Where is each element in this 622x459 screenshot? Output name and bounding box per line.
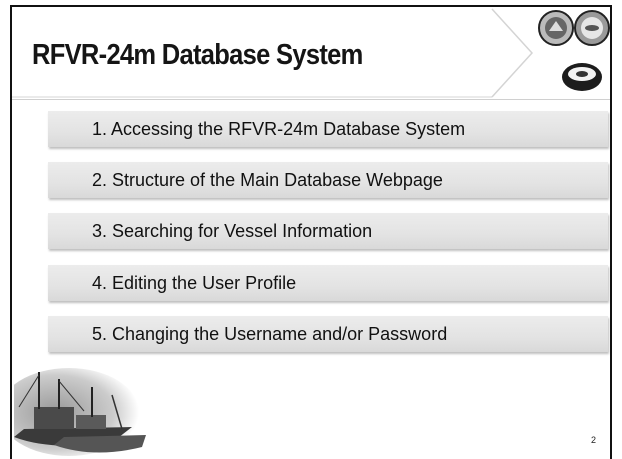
topic-label: 4. Editing the User Profile	[92, 273, 297, 293]
fishing-boats-illustration-icon	[14, 368, 146, 456]
page-number: 2	[590, 435, 596, 445]
topic-label: 2. Structure of the Main Database Webpag…	[92, 170, 443, 190]
slide-header: RFVR-24m Database System	[12, 7, 610, 100]
jtf-logo-icon	[562, 63, 602, 91]
topic-item-structure[interactable]: 2. Structure of the Main Database Webpag…	[48, 162, 608, 198]
slide-title: RFVR-24m Database System	[32, 39, 363, 71]
topic-item-searching[interactable]: 3. Searching for Vessel Information	[48, 213, 608, 249]
slide: RFVR-24m Database System 1. Accessing th…	[10, 5, 612, 459]
topic-label: 5. Changing the Username and/or Password	[92, 324, 448, 344]
topic-item-accessing[interactable]: 1. Accessing the RFVR-24m Database Syste…	[48, 111, 608, 147]
topic-item-editing-profile[interactable]: 4. Editing the User Profile	[48, 265, 608, 301]
seafdec-emblem-icon	[574, 10, 610, 46]
asean-emblem-icon	[538, 10, 574, 46]
topic-item-changing-credentials[interactable]: 5. Changing the Username and/or Password	[48, 316, 608, 352]
topic-label: 3. Searching for Vessel Information	[92, 221, 373, 241]
topic-label: 1. Accessing the RFVR-24m Database Syste…	[92, 119, 466, 139]
